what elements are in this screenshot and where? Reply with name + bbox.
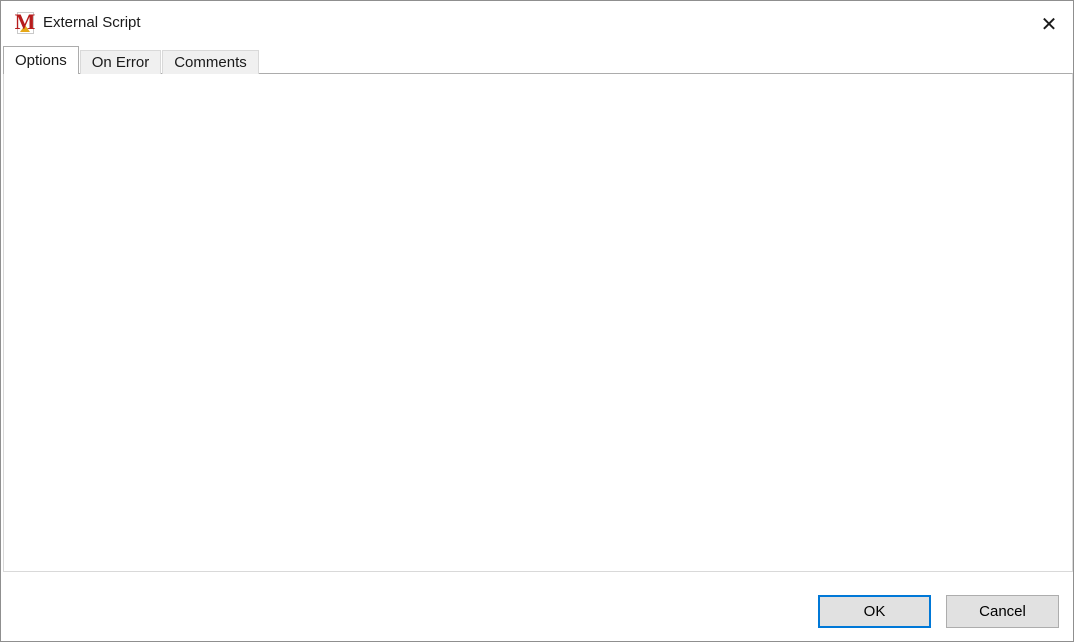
ok-button[interactable]: OK — [818, 595, 931, 628]
macro-express-icon: M — [14, 12, 36, 34]
tab-comments[interactable]: Comments — [162, 50, 259, 74]
external-script-dialog: M External Script ✕ OptionsOn ErrorComme… — [0, 0, 1074, 642]
tab-on-error[interactable]: On Error — [80, 50, 162, 74]
close-icon[interactable]: ✕ — [1033, 9, 1065, 39]
options-tab-page — [3, 73, 1073, 572]
window-title: External Script — [43, 14, 141, 31]
cancel-button[interactable]: Cancel — [946, 595, 1059, 628]
tab-options[interactable]: Options — [3, 46, 79, 74]
tab-bar: OptionsOn ErrorComments — [3, 46, 260, 74]
title-bar: M External Script ✕ — [1, 1, 1073, 46]
